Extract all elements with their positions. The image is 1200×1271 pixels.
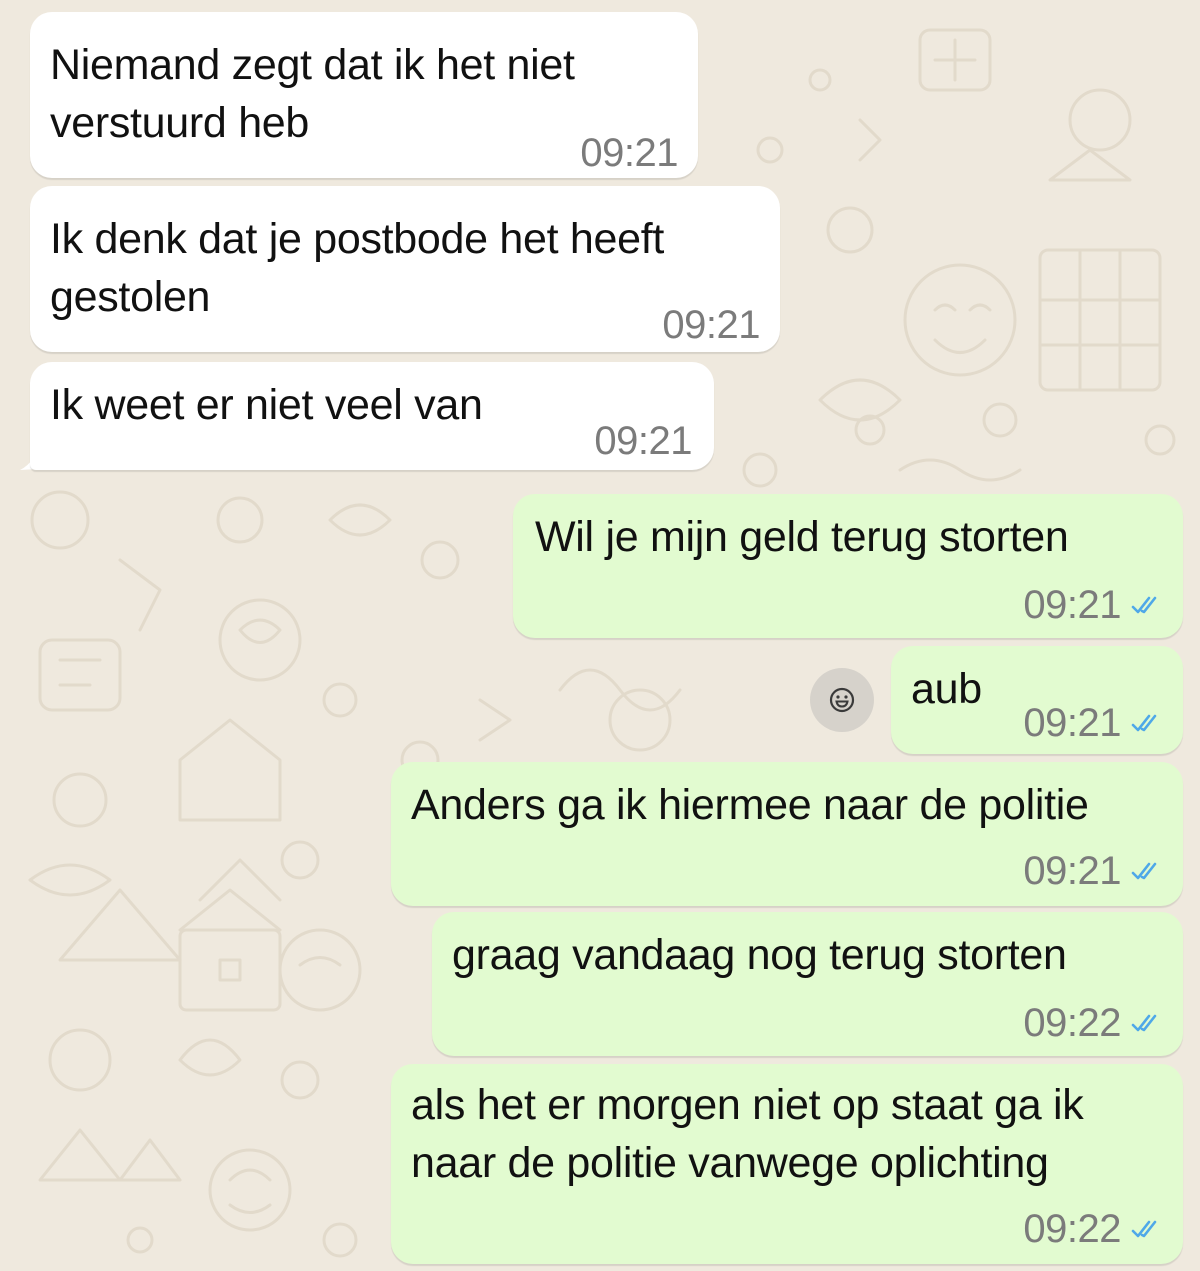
message-time: 09:21 — [580, 131, 678, 175]
message-text: Ik weet er niet veel van — [50, 381, 483, 429]
incoming-message[interactable]: Niemand zegt dat ik het niet verstuurd h… — [30, 12, 698, 178]
message-time: 09:21 — [594, 419, 692, 463]
incoming-message[interactable]: Ik weet er niet veel van 09:21 — [30, 362, 714, 470]
message-meta: 09:21 — [594, 412, 692, 470]
message-text: Niemand zegt dat ik het niet verstuurd h… — [50, 41, 575, 147]
message-time: 09:21 — [1023, 849, 1121, 893]
message-meta: 09:21 — [1023, 842, 1161, 900]
read-ticks-icon — [1131, 596, 1157, 614]
message-text: graag vandaag nog terug storten — [452, 931, 1067, 979]
message-time: 09:21 — [662, 303, 760, 347]
message-list: Niemand zegt dat ik het niet verstuurd h… — [0, 0, 1200, 1271]
message-time: 09:22 — [1023, 1001, 1121, 1045]
outgoing-message[interactable]: Wil je mijn geld terug storten 09:21 — [513, 494, 1183, 638]
message-meta: 09:21 — [580, 124, 678, 182]
outgoing-message[interactable]: aub 09:21 — [891, 646, 1183, 754]
outgoing-message[interactable]: Anders ga ik hiermee naar de politie 09:… — [391, 762, 1183, 906]
incoming-message[interactable]: Ik denk dat je postbode het heeft gestol… — [30, 186, 780, 352]
read-ticks-icon — [1131, 714, 1157, 732]
message-text: Anders ga ik hiermee naar de politie — [411, 781, 1089, 829]
message-meta: 09:22 — [1023, 1200, 1161, 1258]
message-meta: 09:21 — [1023, 576, 1161, 634]
message-text: als het er morgen niet op staat ga ik na… — [411, 1081, 1084, 1187]
message-meta: 09:21 — [1023, 694, 1161, 752]
message-text: aub — [911, 665, 982, 713]
outgoing-message[interactable]: als het er morgen niet op staat ga ik na… — [391, 1064, 1183, 1264]
message-text: Wil je mijn geld terug storten — [535, 513, 1069, 561]
message-meta: 09:21 — [662, 296, 760, 354]
read-ticks-icon — [1131, 1014, 1157, 1032]
read-ticks-icon — [1131, 1220, 1157, 1238]
message-time: 09:21 — [1023, 701, 1121, 745]
message-meta: 09:22 — [1023, 994, 1161, 1052]
reaction-button[interactable] — [810, 668, 874, 732]
read-ticks-icon — [1131, 862, 1157, 880]
message-time: 09:21 — [1023, 583, 1121, 627]
message-text: Ik denk dat je postbode het heeft gestol… — [50, 215, 665, 321]
smiley-icon — [829, 687, 855, 713]
outgoing-message[interactable]: graag vandaag nog terug storten 09:22 — [432, 912, 1183, 1056]
message-time: 09:22 — [1023, 1207, 1121, 1251]
